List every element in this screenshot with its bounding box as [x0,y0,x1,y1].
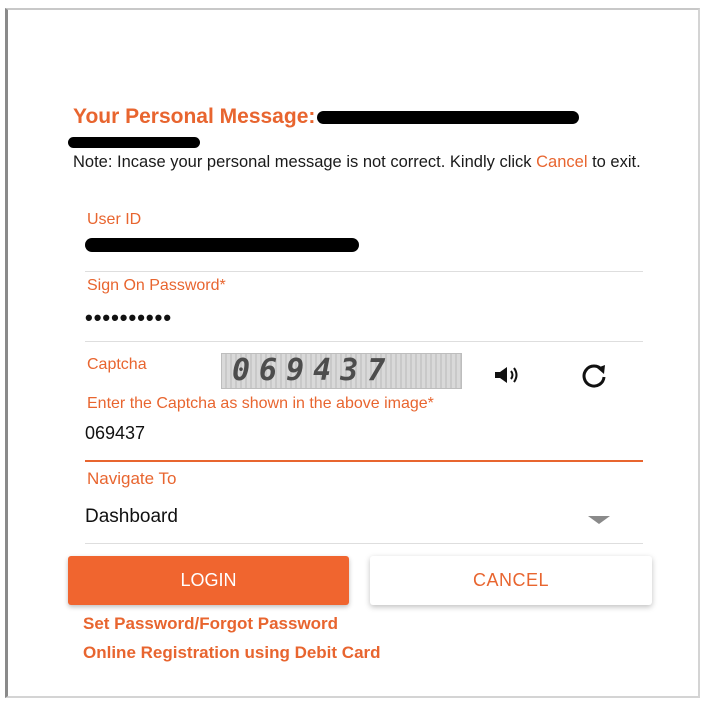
user-id-label: User ID [87,211,142,228]
navigate-underline [85,543,643,544]
redacted-message-line2 [68,137,200,148]
forgot-password-link[interactable]: Set Password/Forgot Password [83,614,338,634]
personal-message-title: Your Personal Message: [73,104,693,130]
online-registration-link[interactable]: Online Registration using Debit Card [83,643,381,663]
navigate-label: Navigate To [87,469,177,488]
refresh-icon[interactable] [578,360,610,390]
navigate-select[interactable]: Dashboard [85,506,178,528]
captcha-image: 069437 [221,353,462,389]
cancel-button[interactable]: CANCEL [370,556,652,605]
note-cancel-link[interactable]: Cancel [536,153,587,171]
speaker-icon[interactable] [492,362,522,388]
redacted-message [317,110,580,124]
chevron-down-icon[interactable] [588,516,610,524]
note-text-end: to exit. [587,153,641,171]
personal-message-note: Note: Incase your personal message is no… [73,152,698,172]
captcha-input[interactable]: 069437 [85,423,145,444]
login-button[interactable]: LOGIN [68,556,349,605]
captcha-underline [85,460,643,462]
note-text: Note: Incase your personal message is no… [73,153,537,171]
user-id-field[interactable] [85,238,359,252]
password-underline [85,341,643,342]
password-field[interactable]: •••••••••• [85,305,172,331]
password-label: Sign On Password* [87,277,226,294]
user-id-underline [85,271,643,272]
captcha-input-label: Enter the Captcha as shown in the above … [87,395,434,412]
personal-message-label: Your Personal Message: [73,105,316,128]
captcha-label: Captcha [87,356,147,373]
